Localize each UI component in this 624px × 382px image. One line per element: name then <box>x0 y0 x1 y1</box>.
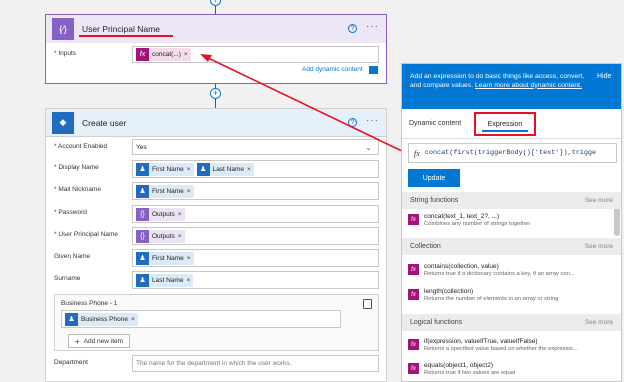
tab-divider <box>402 138 621 139</box>
tab-expression[interactable]: Expression <box>474 112 536 136</box>
collection-header: Collection See more <box>402 238 621 255</box>
fx-icon: fx <box>408 214 419 225</box>
hide-button[interactable]: Hide <box>597 73 611 80</box>
fx-icon: fx <box>408 264 419 275</box>
see-more-link[interactable]: See more <box>585 197 613 204</box>
expression-panel: Add an expression to do basic things lik… <box>401 63 622 382</box>
tab-dynamic-content[interactable]: Dynamic content <box>409 120 461 127</box>
fx-icon: fx <box>408 289 419 300</box>
learn-more-link[interactable]: Learn more about dynamic content. <box>475 82 582 89</box>
logical-functions-header: Logical functions See more <box>402 314 621 331</box>
fx-icon: fx <box>414 148 420 158</box>
expression-input[interactable]: fx concat(first(triggerBody()['text']),t… <box>408 143 617 163</box>
function-item[interactable]: fx concat(text_1, text_2?, ...) Combines … <box>408 213 609 227</box>
update-button[interactable]: Update <box>408 169 460 187</box>
function-item[interactable]: fx length(collection) Returns the number … <box>408 288 609 302</box>
fx-icon: fx <box>408 339 419 350</box>
function-item[interactable]: fx if(expression, valueIfTrue, valueIfFa… <box>408 338 609 352</box>
string-functions-header: String functions See more <box>402 192 621 209</box>
tab-active-indicator <box>482 130 528 132</box>
function-item[interactable]: fx contains(collection, value) Returns tr… <box>408 263 609 277</box>
fx-icon: fx <box>408 363 419 374</box>
see-more-link[interactable]: See more <box>585 319 613 326</box>
see-more-link[interactable]: See more <box>585 243 613 250</box>
function-item[interactable]: fx equals(object1, object2) Returns true … <box>408 362 609 376</box>
panel-info-banner: Add an expression to do basic things lik… <box>402 64 621 109</box>
